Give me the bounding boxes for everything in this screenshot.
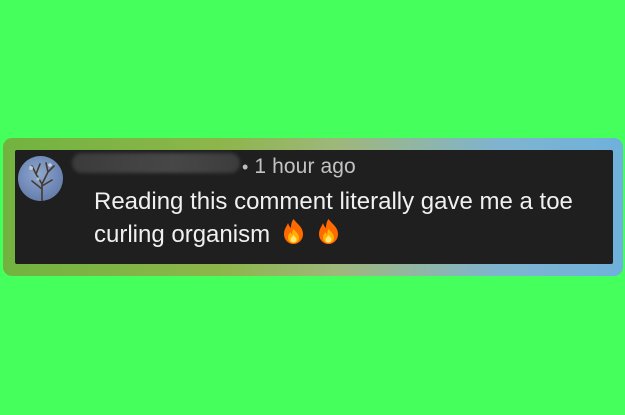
- fire-emoji-icon: [281, 218, 306, 245]
- fire-emoji-icon: [316, 218, 341, 245]
- redacted-username: [72, 153, 240, 173]
- tree-icon: [29, 162, 55, 201]
- avatar[interactable]: [18, 156, 63, 201]
- timestamp: 1 hour ago: [254, 155, 356, 178]
- comment-meta: • 1 hour ago: [242, 155, 356, 178]
- separator-dot: •: [242, 156, 249, 177]
- comment-text-line-1: Reading this comment literally gave me a…: [94, 188, 573, 215]
- comment-text: Reading this comment literally gave me a…: [94, 186, 614, 251]
- comment-text-line-2: curling organism: [94, 221, 271, 248]
- comment-text-line-2-wrap: curling organism: [94, 218, 614, 251]
